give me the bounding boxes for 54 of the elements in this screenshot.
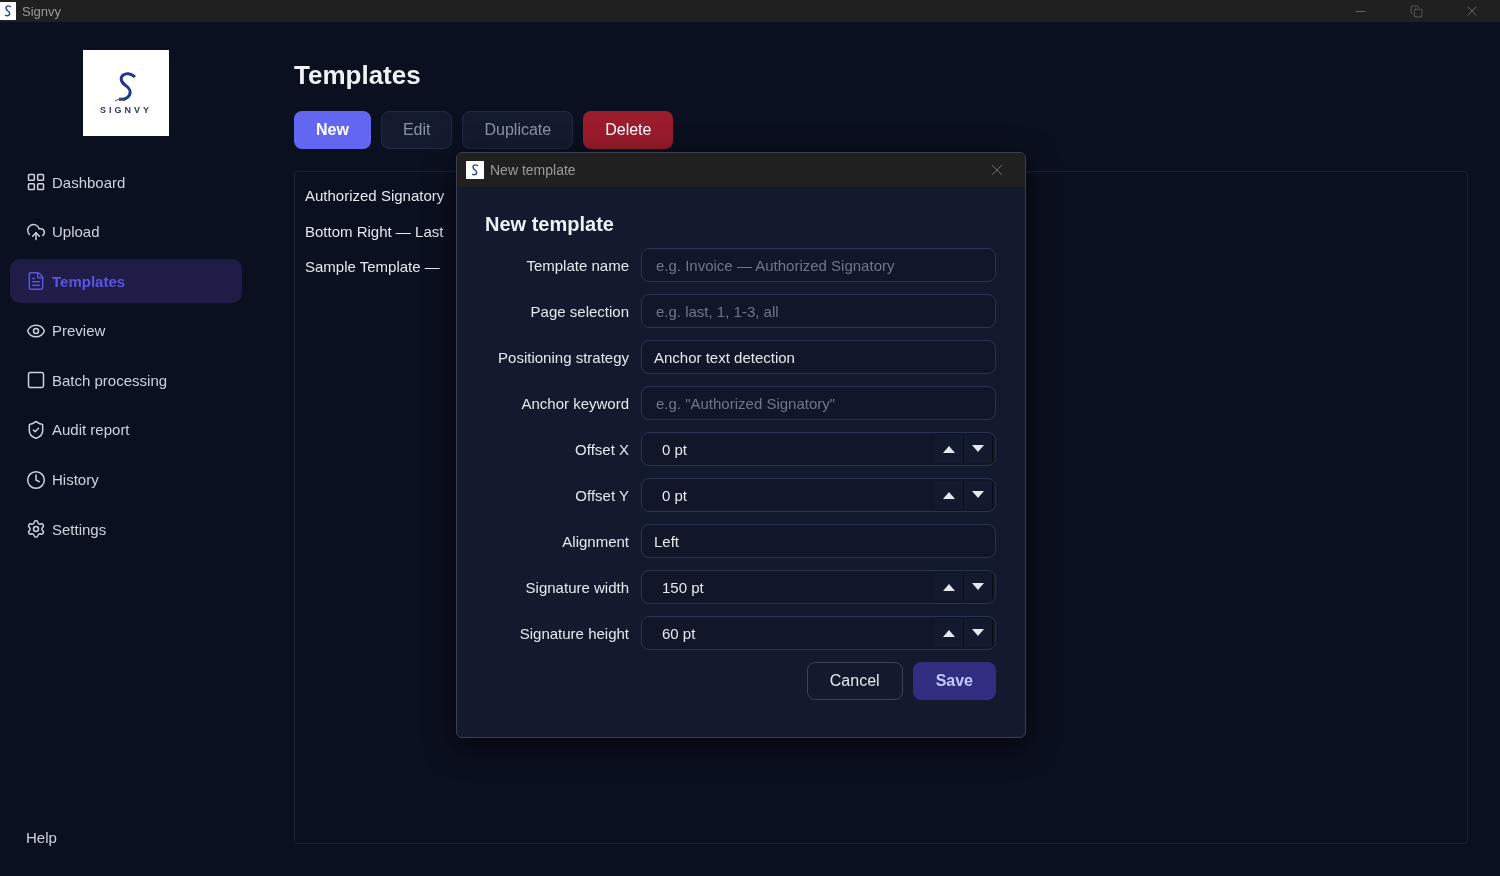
- document-icon: [26, 271, 46, 292]
- arrow-up-icon[interactable]: [943, 491, 955, 499]
- field-label: Signature width: [524, 578, 629, 596]
- sidebar-item[interactable]: Preview: [10, 308, 242, 353]
- field-label: Anchor keyword: [520, 394, 629, 412]
- toolbar-button[interactable]: Edit: [380, 111, 453, 149]
- dropdown[interactable]: Anchor text detection: [641, 340, 996, 374]
- app-logo-icon: [466, 161, 484, 179]
- sidebar-item[interactable]: Dashboard: [10, 160, 242, 204]
- toolbar-button[interactable]: New: [294, 111, 371, 149]
- field-label: Alignment: [561, 532, 629, 550]
- arrow-up-icon[interactable]: [943, 583, 955, 591]
- input-field[interactable]: e.g. last, 1, 1-3, all: [641, 294, 996, 328]
- help-link[interactable]: Help: [10, 829, 242, 846]
- settings-icon: [26, 519, 46, 540]
- sidebar-item[interactable]: Batch processing: [10, 358, 242, 403]
- field-label: Positioning strategy: [497, 348, 629, 366]
- cloud-upload-icon: [26, 221, 46, 242]
- field-label: Offset Y: [574, 486, 629, 504]
- page-title: Templates: [294, 60, 422, 91]
- number-field[interactable]: 150 pt: [641, 570, 996, 604]
- sidebar-item[interactable]: Upload: [10, 209, 242, 254]
- square-icon: [26, 370, 46, 391]
- shield-check-icon: [26, 419, 46, 440]
- arrow-down-icon[interactable]: [972, 629, 984, 637]
- dialog-title: New template: [485, 213, 615, 236]
- number-field[interactable]: 0 pt: [641, 432, 996, 466]
- field-label: Template name: [525, 256, 629, 274]
- arrow-up-icon[interactable]: [943, 629, 955, 637]
- number-field[interactable]: 60 pt: [641, 616, 996, 650]
- grid-icon: [26, 172, 46, 192]
- number-field[interactable]: 0 pt: [641, 478, 996, 512]
- input-field[interactable]: e.g. Invoice — Authorized Signatory: [641, 248, 996, 282]
- arrow-down-icon[interactable]: [972, 491, 984, 499]
- dropdown[interactable]: Left: [641, 524, 996, 558]
- sidebar-item[interactable]: Settings: [10, 507, 242, 552]
- sidebar-item[interactable]: Audit report: [10, 407, 242, 452]
- sidebar-item[interactable]: History: [10, 457, 242, 502]
- field-label: Signature height: [518, 624, 629, 642]
- clock-icon: [26, 469, 46, 490]
- input-field[interactable]: e.g. "Authorized Signatory": [641, 386, 996, 420]
- arrow-up-icon[interactable]: [943, 445, 955, 453]
- toolbar-button[interactable]: Delete: [583, 111, 674, 149]
- app-logo-icon: [0, 2, 16, 20]
- arrow-down-icon[interactable]: [972, 583, 984, 591]
- window-title: Signvy: [22, 3, 63, 19]
- dialog-window-title: New template: [490, 162, 577, 178]
- arrow-down-icon[interactable]: [972, 445, 984, 453]
- field-label: Page selection: [529, 302, 629, 320]
- cancel-button[interactable]: Cancel: [806, 662, 903, 700]
- save-button[interactable]: Save: [912, 662, 996, 700]
- field-label: Offset X: [574, 440, 629, 458]
- toolbar-button[interactable]: Duplicate: [462, 111, 574, 149]
- logo-wordmark: SIGNVY: [100, 105, 152, 115]
